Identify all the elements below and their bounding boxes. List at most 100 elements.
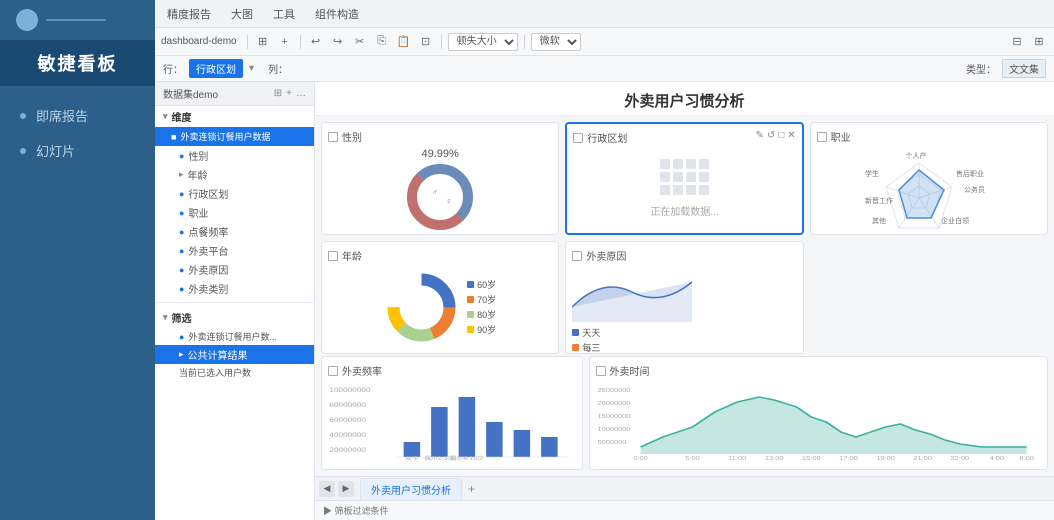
menu-item-report[interactable]: 精度报告 xyxy=(163,4,215,24)
edit-icon[interactable]: ✎ xyxy=(755,130,763,141)
legend-label-60: 60岁 xyxy=(477,278,496,291)
freq-bar-svg: 100000000 80000000 60000000 40000000 200… xyxy=(328,382,576,462)
menu-item-components[interactable]: 组件构造 xyxy=(311,4,363,24)
filters-footer-label[interactable]: ▶ 筛板过滤条件 xyxy=(323,504,389,517)
tree-panel-icons: ⊞ + … xyxy=(274,88,306,99)
tree-filter-label1: 外卖连锁订餐用户数... xyxy=(188,330,277,343)
toolbar-icon-copy[interactable]: ⎘ xyxy=(373,33,391,51)
age-legend: 60岁 70岁 80岁 xyxy=(467,278,496,336)
svg-text:60000000: 60000000 xyxy=(329,416,366,423)
svg-text:20000000: 20000000 xyxy=(597,401,631,407)
legend-label-90: 90岁 xyxy=(477,323,496,336)
chart-time-title: 外卖时间 xyxy=(596,363,1042,378)
filter-type[interactable]: 文文集 xyxy=(1002,59,1046,78)
lc11 xyxy=(686,185,696,195)
sidebar-item-adhoc[interactable]: 即席报告 xyxy=(0,98,155,133)
tree-sub-freq-label: 点餐频率 xyxy=(188,224,228,239)
chart-time-checkbox[interactable] xyxy=(596,366,606,376)
svg-text:5:00: 5:00 xyxy=(685,456,700,462)
gender-visual: 49.99% ♂ ♀ xyxy=(328,148,552,235)
filters-footer: ▶ 筛板过滤条件 xyxy=(315,500,1054,520)
tree-item-data[interactable]: ■ 外卖连锁订餐用户数据 xyxy=(155,127,314,146)
sidebar: 敏捷看板 即席报告 幻灯片 xyxy=(0,0,155,520)
filterbar: 行： 行政区划 ▾ 列： 类型： 文文集 xyxy=(155,56,1054,82)
tree-add-icon[interactable]: ⊞ xyxy=(274,88,282,99)
tree-panel-header: 数据集demo ⊞ + … xyxy=(155,82,314,106)
toolbar-icon-more[interactable]: ⊞ xyxy=(1030,33,1048,51)
tree-panel: 数据集demo ⊞ + … ▾ 维度 ■ 外卖连锁订餐用户数据 ● 性别 xyxy=(155,82,315,520)
tree-sub-reason-label: 外卖原因 xyxy=(188,262,228,277)
tree-sub-reason[interactable]: ● 外卖原因 xyxy=(155,260,314,279)
tree-filter-label: 筛选 xyxy=(172,310,192,325)
tree-sub-frequency[interactable]: ● 点餐频率 xyxy=(155,222,314,241)
tree-section-dimension[interactable]: ▾ 维度 xyxy=(155,106,314,127)
close-icon[interactable]: ✕ xyxy=(787,130,795,141)
svg-text:5000000: 5000000 xyxy=(597,440,626,446)
chart-reason: 外卖原因 天天 xyxy=(565,241,803,354)
tree-expand-icon: ▾ xyxy=(163,111,168,122)
tree-sub-category[interactable]: ● 外卖类别 xyxy=(155,279,314,298)
tree-close-icon[interactable]: … xyxy=(296,88,306,99)
tab-main[interactable]: 外卖用户习惯分析 xyxy=(360,478,462,500)
chart-checkbox[interactable] xyxy=(328,132,338,142)
tree-sub-occ-label: 职业 xyxy=(188,205,208,220)
toolbar-icon-cut[interactable]: ✂ xyxy=(351,33,369,51)
chart-occ-title: 职业 xyxy=(817,129,1041,144)
nav-dot-2 xyxy=(20,148,26,154)
toolbar-icon-grid[interactable]: ⊞ xyxy=(254,33,272,51)
toolbar-icon-undo[interactable]: ↩ xyxy=(307,33,325,51)
tree-sub-reason-icon: ● xyxy=(179,265,184,275)
tab-add-button[interactable]: + xyxy=(462,480,481,498)
chart-gender-body: 49.99% ♂ ♀ xyxy=(328,148,552,235)
tree-sub-gender[interactable]: ● 性别 xyxy=(155,146,314,165)
tree-filter-sub[interactable]: 当前已选入用户数 xyxy=(155,364,314,381)
font-select[interactable]: 微软 xyxy=(531,33,581,51)
tree-sub-age[interactable]: ▸ 年龄 xyxy=(155,165,314,184)
filter-region[interactable]: 行政区划 xyxy=(189,59,243,78)
tree-filter-header[interactable]: ▾ 筛选 xyxy=(155,307,314,328)
chart-reason-checkbox[interactable] xyxy=(572,251,582,261)
reason-label-2: 每三 xyxy=(582,341,600,354)
chart-age-checkbox[interactable] xyxy=(328,251,338,261)
svg-text:企业白领: 企业白领 xyxy=(941,216,969,225)
chart-occ-checkbox[interactable] xyxy=(817,132,827,142)
toolbar-icon-settings[interactable]: ⊟ xyxy=(1008,33,1026,51)
charts-container: 性别 49.99% ♂ xyxy=(315,116,1054,360)
tree-filter-sub-label: 当前已选入用户数 xyxy=(179,366,251,379)
tree-sub-platform[interactable]: ● 外卖平台 xyxy=(155,241,314,260)
toolbar-icon-format[interactable]: ⊡ xyxy=(417,33,435,51)
menu-item-bigview[interactable]: 大图 xyxy=(227,4,257,24)
tree-sub-occupation[interactable]: ● 职业 xyxy=(155,203,314,222)
chart-frequency: 外卖频率 100000000 80000000 60000000 4000000… xyxy=(321,356,583,470)
chart-region-checkbox[interactable] xyxy=(573,133,583,143)
nav-next[interactable]: ▶ xyxy=(338,481,354,497)
svg-text:22:00: 22:00 xyxy=(950,456,969,462)
chart-occupation: 职业 xyxy=(810,122,1048,235)
tree-sub-plat-icon: ● xyxy=(179,246,184,256)
sidebar-logo xyxy=(0,0,155,40)
tree-item-icon: ■ xyxy=(171,132,176,142)
dashboard-area: 外卖用户习惯分析 性别 49.99% xyxy=(315,82,1054,520)
toolbar-icon-add[interactable]: + xyxy=(276,33,294,51)
toolbar-icon-paste[interactable]: 📋 xyxy=(395,33,413,51)
loading-grid xyxy=(660,159,709,195)
tree-sub-region[interactable]: ● 行政区划 xyxy=(155,184,314,203)
toolbar-icon-redo[interactable]: ↪ xyxy=(329,33,347,51)
zoom-select[interactable]: 顿失大小 xyxy=(448,33,518,51)
tree-menu-icon[interactable]: + xyxy=(286,88,292,99)
nav-prev[interactable]: ◀ xyxy=(319,481,335,497)
sidebar-item-slides-label: 幻灯片 xyxy=(36,141,75,160)
svg-text:个人产: 个人产 xyxy=(905,151,926,160)
refresh-icon[interactable]: ↺ xyxy=(767,130,775,141)
tree-sub-occ-icon: ● xyxy=(179,208,184,218)
menu-item-tools[interactable]: 工具 xyxy=(269,4,299,24)
legend-70: 70岁 xyxy=(467,293,496,306)
toolbar-sep-1 xyxy=(247,35,248,49)
tree-filter-item2[interactable]: ▸ 公共计算结果 xyxy=(155,345,314,364)
chart-freq-checkbox[interactable] xyxy=(328,366,338,376)
expand-icon[interactable]: □ xyxy=(778,130,784,141)
lc9 xyxy=(660,185,670,195)
sidebar-item-slides[interactable]: 幻灯片 xyxy=(0,133,155,168)
content-area: 数据集demo ⊞ + … ▾ 维度 ■ 外卖连锁订餐用户数据 ● 性别 xyxy=(155,82,1054,520)
tree-filter-item1[interactable]: ● 外卖连锁订餐用户数... xyxy=(155,328,314,345)
